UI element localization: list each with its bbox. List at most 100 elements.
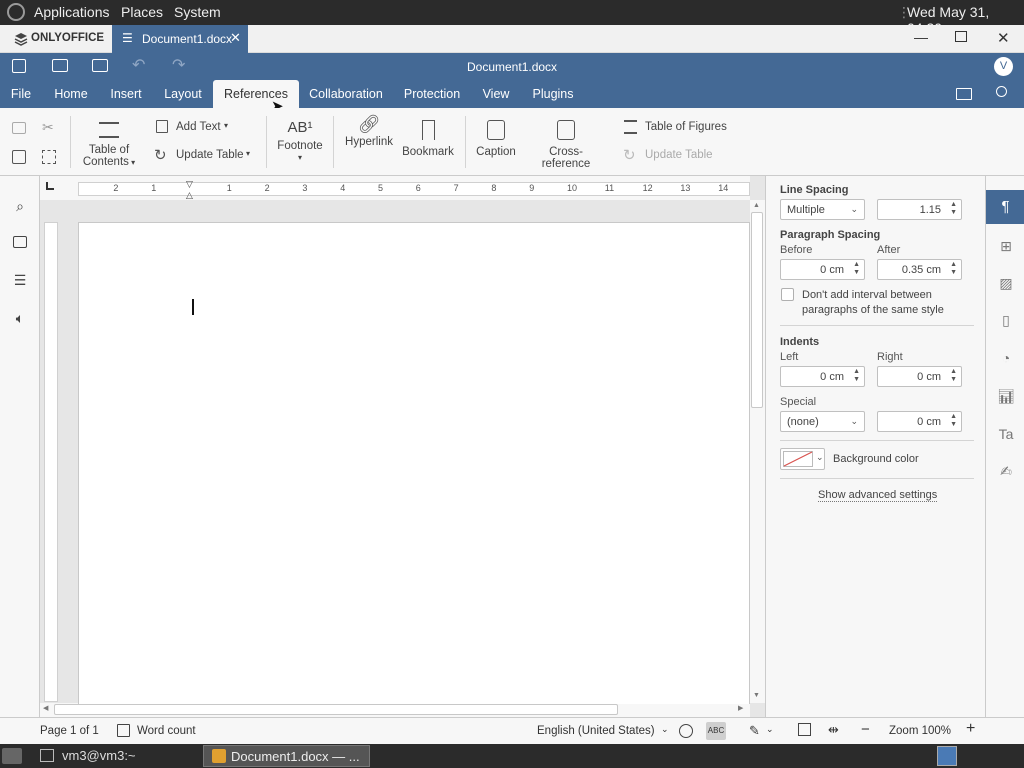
taskbar-terminal-item[interactable]: vm3@vm3:~ [62,748,136,763]
spinner-arrows-icon[interactable]: ▲ ▼ [950,413,957,429]
show-advanced-settings-link[interactable]: Show advanced settings [818,489,938,502]
table-of-figures-icon[interactable] [624,120,637,134]
undo-icon[interactable]: ↶ [132,55,145,75]
track-changes-icon[interactable]: ✎ [749,723,760,739]
os-menu-applications[interactable]: Applications [34,4,110,20]
restore-window-icon[interactable] [955,31,967,42]
scroll-right-icon[interactable]: ▶ [738,704,743,712]
update-table-button[interactable]: Update Table [176,149,244,161]
page-indicator[interactable]: Page 1 of 1 [40,725,99,737]
navigation-icon[interactable]: ☰ [10,272,30,288]
document-tab[interactable]: ☰ Document1.docx ✕ [112,25,248,53]
vertical-ruler[interactable] [44,222,58,702]
open-file-location-icon[interactable] [956,88,972,100]
os-menu-system[interactable]: System [174,4,221,20]
tab-file[interactable]: File [4,80,38,108]
dont-add-interval-checkbox[interactable] [781,288,794,301]
header-footer-settings-icon[interactable]: ▯ [996,312,1016,330]
horizontal-scroll-thumb[interactable] [54,704,618,715]
spinner-arrows-icon[interactable]: ▲ ▼ [853,368,860,384]
search-icon[interactable] [996,86,1007,97]
redo-icon[interactable]: ↷ [172,55,185,75]
tab-view[interactable]: View [478,80,514,108]
tab-protection[interactable]: Protection [398,80,466,108]
word-count-icon[interactable] [117,724,130,737]
tab-collaboration[interactable]: Collaboration [305,80,387,108]
spinner-arrows-icon[interactable]: ▲ ▼ [853,261,860,277]
language-select[interactable]: English (United States) [537,725,655,737]
taskbar-document-item[interactable]: Document1.docx — ... [203,745,370,767]
footnote-button[interactable]: AB¹ Footnote ▾ [274,120,326,164]
cross-reference-button[interactable]: Cross-reference [525,120,607,170]
spinner-arrows-icon[interactable]: ▲ ▼ [950,261,957,277]
special-indent-amount-input[interactable]: 0 cm ▲ ▼ [877,411,962,432]
fit-to-page-icon[interactable] [798,723,811,736]
background-color-picker[interactable]: ⌄ [780,448,825,470]
os-menu-places[interactable]: Places [121,4,163,20]
table-of-figures-button[interactable]: Table of Figures [645,121,727,133]
add-text-button[interactable]: Add Text [176,121,221,133]
spacing-before-input[interactable]: 0 cm ▲ ▼ [780,259,865,280]
bookmark-button[interactable]: Bookmark [401,120,455,158]
spinner-arrows-icon[interactable]: ▲ ▼ [950,368,957,384]
comments-icon[interactable] [13,236,27,248]
horizontal-scrollbar[interactable]: ◀ ▶ [40,703,750,717]
update-table-dropdown-icon[interactable]: ▾ [246,149,250,158]
close-window-icon[interactable]: ✕ [997,29,1010,47]
word-count-button[interactable]: Word count [137,725,196,737]
indent-right-input[interactable]: 0 cm ▲ ▼ [877,366,962,387]
fit-to-width-icon[interactable]: ⇹ [828,722,839,738]
spacing-after-input[interactable]: 0.35 cm ▲ ▼ [877,259,962,280]
hyperlink-button[interactable]: 🔗︎ Hyperlink [343,115,395,148]
print-icon[interactable] [52,59,68,72]
tab-references[interactable]: References [213,80,299,108]
find-icon[interactable]: ⌕ [10,198,30,214]
os-logo-icon[interactable] [7,3,25,21]
workspace-switcher-icon[interactable] [937,746,957,766]
tab-home[interactable]: Home [50,80,92,108]
paragraph-settings-icon[interactable]: ¶ [986,190,1024,224]
spinner-arrows-icon[interactable]: ▲ ▼ [950,201,957,217]
close-tab-icon[interactable]: ✕ [230,30,241,46]
speech-icon[interactable]: 🔈︎ [10,310,30,326]
scroll-up-icon[interactable]: ▲ [753,202,760,209]
table-of-contents-button[interactable]: Table of Contents ▾ [78,122,140,169]
special-indent-select[interactable]: (none) ⌄ [780,411,865,432]
table-settings-icon[interactable]: ⊞ [996,238,1016,256]
line-spacing-type-select[interactable]: Multiple ⌄ [780,199,865,220]
zoom-in-icon[interactable]: + [966,720,975,738]
tab-layout[interactable]: Layout [159,80,207,108]
tab-stop-type-icon[interactable] [46,182,54,190]
tab-plugins[interactable]: Plugins [526,80,580,108]
horizontal-ruler[interactable]: 2 1 1 2 3 4 5 6 7 8 9 10 11 12 13 14 ▽ △ [40,176,750,200]
minimize-window-icon[interactable]: — [914,29,928,45]
update-table-icon[interactable]: ↻ [154,146,167,164]
quick-print-icon[interactable] [92,59,108,72]
document-page[interactable] [78,222,750,704]
cut-icon[interactable]: ✂ [42,119,54,136]
first-line-indent-marker-icon[interactable]: ▽ [186,179,193,190]
user-avatar[interactable]: V [994,57,1013,76]
document-language-icon[interactable] [679,724,693,738]
zoom-level[interactable]: Zoom 100% [889,725,951,737]
caption-button[interactable]: Caption [473,120,519,158]
signature-settings-icon[interactable]: ✍︎ [996,463,1016,481]
shape-settings-icon[interactable]: ◔ [996,350,1016,368]
add-text-dropdown-icon[interactable]: ▾ [224,121,228,130]
copy-icon[interactable] [12,122,26,134]
select-all-icon[interactable] [42,150,56,164]
save-icon[interactable] [12,59,26,73]
chart-settings-icon[interactable]: 📊︎ [996,388,1016,406]
text-art-settings-icon[interactable]: Ta [996,426,1016,444]
show-desktop-icon[interactable] [2,748,22,764]
line-spacing-value-input[interactable]: 1.15 ▲ ▼ [877,199,962,220]
vertical-scrollbar[interactable]: ▲ ▼ [750,200,765,703]
indent-left-input[interactable]: 0 cm ▲ ▼ [780,366,865,387]
scroll-down-icon[interactable]: ▼ [753,692,760,699]
zoom-out-icon[interactable]: − [861,721,870,738]
vertical-scroll-thumb[interactable] [751,212,763,408]
left-indent-marker-icon[interactable]: △ [186,190,193,201]
image-settings-icon[interactable]: ▨ [996,275,1016,293]
paste-icon[interactable] [12,150,26,164]
scroll-left-icon[interactable]: ◀ [43,704,48,712]
